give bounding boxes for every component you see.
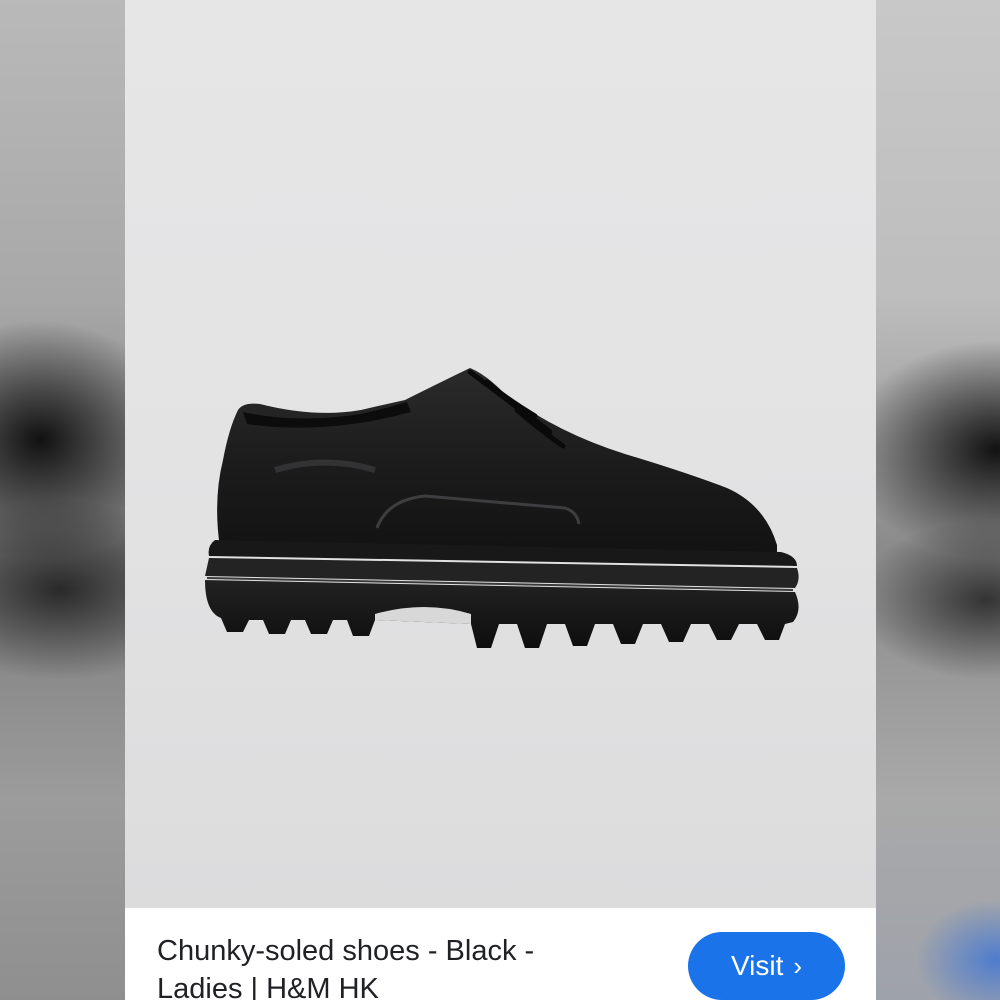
- result-title[interactable]: Chunky-soled shoes - Black - Ladies | H&…: [157, 932, 627, 1000]
- result-caption: Chunky-soled shoes - Black - Ladies | H&…: [125, 908, 876, 1000]
- chevron-right-icon: ›: [793, 951, 803, 981]
- product-image[interactable]: [125, 0, 876, 908]
- visit-button-label: Visit: [730, 950, 784, 981]
- blurred-background-right: [876, 0, 1000, 1000]
- shoe-illustration: [205, 368, 799, 648]
- image-viewer: Chunky-soled shoes - Black - Ladies | H&…: [0, 0, 1000, 1000]
- blurred-background-left: [0, 0, 125, 1000]
- visit-button[interactable]: Visit ›: [688, 932, 845, 1000]
- result-card[interactable]: Chunky-soled shoes - Black - Ladies | H&…: [125, 0, 876, 1000]
